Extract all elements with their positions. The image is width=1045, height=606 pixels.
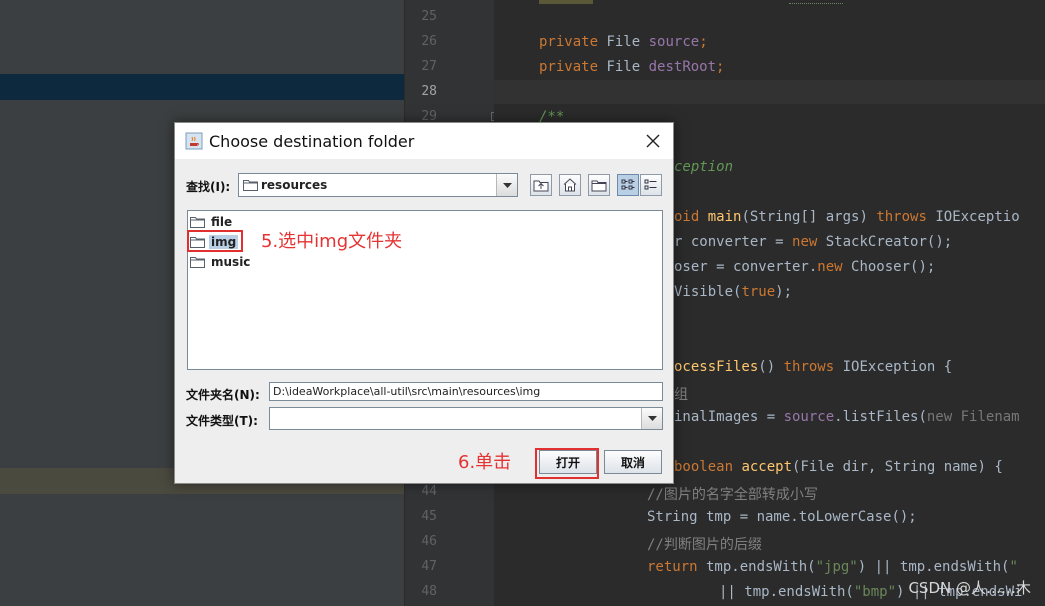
cancel-button[interactable]: 取消 [604, 450, 662, 474]
watermark: CSDN @人……木 [908, 579, 1031, 597]
code-line-31: ception [674, 159, 734, 175]
dialog-titlebar[interactable]: Choose destination folder [175, 123, 673, 159]
line-number: 25 [421, 9, 437, 24]
line-number: 45 [421, 509, 437, 524]
folder-icon [190, 217, 205, 228]
list-item-img[interactable]: img [187, 230, 243, 252]
list-item-label: file [211, 215, 233, 229]
project-tree-selected-row[interactable] [0, 74, 404, 100]
current-line-highlight [494, 80, 1045, 104]
dialog-content: 查找(I): resources file img music 5.选中img文… [175, 159, 673, 483]
look-in-label: 查找(I): [186, 180, 231, 194]
code-line-43: boolean accept(File dir, String name) { [674, 459, 1003, 475]
line-number: 46 [421, 534, 437, 549]
annotation-highlight-box [187, 230, 243, 252]
spelling-marker [789, 0, 843, 4]
up-folder-icon [533, 180, 549, 192]
list-view-icon [621, 179, 635, 190]
code-line-35: oser = converter.new Chooser(); [674, 259, 936, 275]
annotation-step5: 5.选中img文件夹 [261, 231, 403, 252]
annotation-highlight-box [535, 448, 599, 479]
home-button[interactable] [559, 174, 581, 196]
folder-name-label: 文件夹名(N): [186, 388, 260, 402]
line-number: 47 [421, 559, 437, 574]
file-type-dropdown-button[interactable] [641, 408, 662, 429]
code-line-39: ocessFiles() throws IOException { [674, 359, 953, 375]
java-cup-icon [185, 132, 203, 150]
list-item-label: music [211, 255, 251, 269]
close-icon [646, 134, 660, 148]
folder-list[interactable]: file img music 5.选中img文件夹 [187, 210, 663, 370]
line-number: 26 [421, 34, 437, 49]
code-line-40: 组 [674, 387, 688, 403]
choose-folder-dialog: Choose destination folder 查找(I): resourc… [174, 122, 674, 484]
look-in-dropdown-button[interactable] [496, 174, 517, 196]
chevron-down-icon [647, 416, 657, 421]
code-line-33: oid main(String[] args) throws IOExcepti… [674, 209, 1020, 225]
list-item-file[interactable]: file [190, 213, 234, 231]
file-type-combo[interactable] [269, 407, 663, 430]
new-folder-icon [591, 180, 607, 192]
dialog-title: Choose destination folder [209, 132, 415, 151]
chevron-down-icon [502, 182, 512, 188]
folder-icon [190, 257, 205, 268]
list-view-button[interactable] [617, 174, 639, 196]
code-line-46: //判断图片的后缀 [647, 537, 762, 553]
home-icon [563, 178, 577, 192]
code-line-26: private File source; [539, 34, 708, 50]
folder-icon [243, 180, 258, 191]
look-in-combo[interactable]: resources [238, 173, 518, 197]
code-line-47: return tmp.endsWith("jpg") || tmp.endsWi… [647, 559, 1018, 575]
close-button[interactable] [639, 128, 667, 154]
code-line-41: inalImages = source.listFiles(new Filena… [674, 409, 1020, 425]
list-item-music[interactable]: music [190, 253, 252, 271]
line-number: 48 [421, 584, 437, 599]
up-folder-button[interactable] [530, 174, 552, 196]
line-number: 44 [421, 484, 437, 499]
line-number: 28 [421, 84, 437, 99]
details-view-icon [644, 179, 657, 190]
line-number: 27 [421, 59, 437, 74]
code-line-27: private File destRoot; [539, 59, 725, 75]
look-in-value: resources [261, 178, 328, 192]
code-line-34: r converter = new StackCreator(); [674, 234, 953, 250]
annotation-step6: 6.单击 [458, 452, 512, 473]
code-line-44: //图片的名字全部转成小写 [647, 487, 818, 503]
code-line-45: String tmp = name.toLowerCase(); [647, 509, 917, 525]
file-type-label: 文件类型(T): [186, 414, 258, 428]
details-view-button[interactable] [640, 174, 662, 196]
code-line-36: Visible(true); [674, 284, 793, 300]
new-folder-button[interactable] [588, 174, 610, 196]
search-match-marker [539, 0, 593, 4]
folder-name-input[interactable]: D:\ideaWorkplace\all-util\src\main\resou… [269, 382, 663, 401]
